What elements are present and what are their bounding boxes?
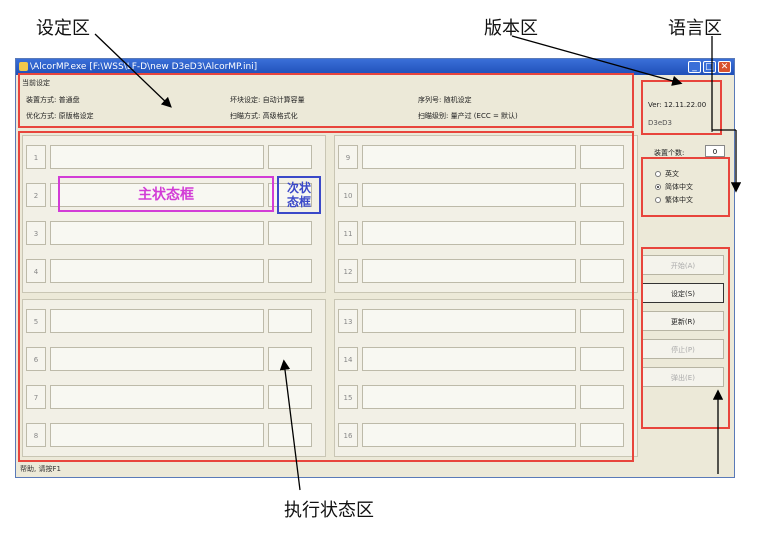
arrow-exec xyxy=(279,359,301,491)
arrow-version xyxy=(511,35,683,86)
annotation-arrows xyxy=(94,33,742,491)
arrow-setting xyxy=(94,33,172,108)
